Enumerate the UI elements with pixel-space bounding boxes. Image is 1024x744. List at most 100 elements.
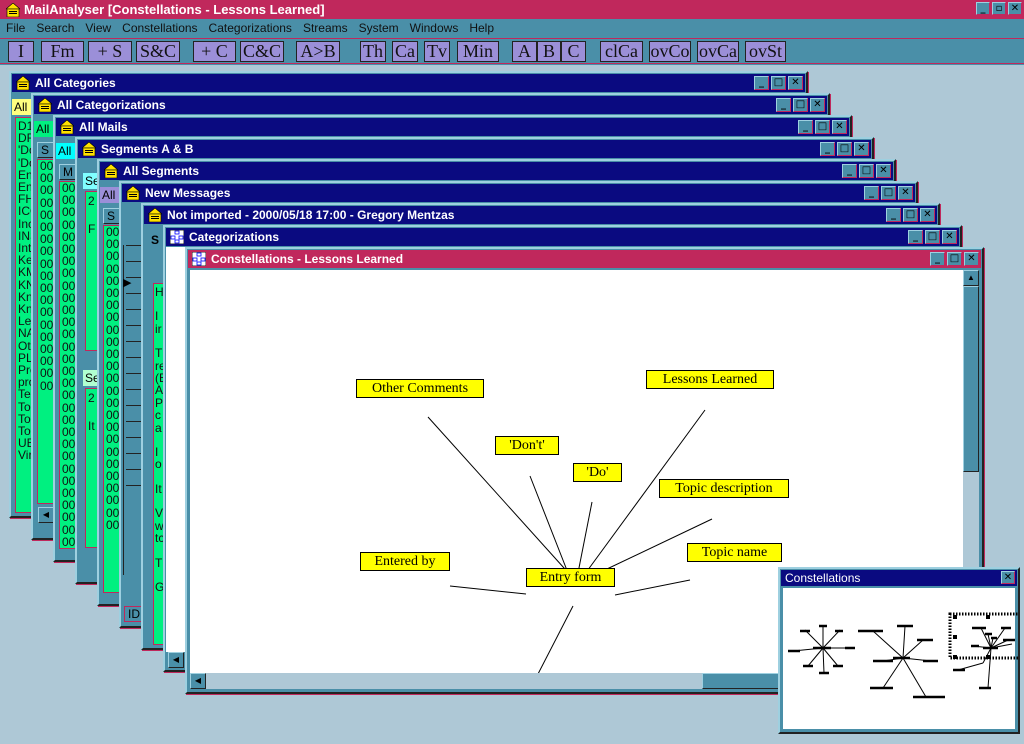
- window-title: New Messages: [145, 186, 231, 200]
- window-caption[interactable]: All Mails _ □ ✕: [56, 118, 849, 136]
- row-selector-arrow: ▶: [123, 277, 132, 289]
- constellation-icon: [170, 230, 184, 244]
- maximize-button[interactable]: □: [837, 142, 852, 156]
- close-button[interactable]: ✕: [876, 164, 891, 178]
- maximize-button[interactable]: □: [793, 98, 808, 112]
- window-caption[interactable]: All Categorizations _ □ ✕: [34, 96, 827, 114]
- maximize-button[interactable]: □: [947, 252, 962, 266]
- window-title: Not imported - 2000/05/18 17:00 - Gregor…: [167, 208, 455, 222]
- scroll-up-button[interactable]: ▲: [963, 270, 979, 286]
- toolbar-button-c[interactable]: C: [561, 41, 586, 62]
- minimize-button[interactable]: _: [776, 98, 791, 112]
- minimize-button[interactable]: _: [820, 142, 835, 156]
- restore-button[interactable]: ▫: [992, 2, 1006, 15]
- app-title-bar: MailAnalyser [Constellations - Lessons L…: [0, 0, 1024, 19]
- toolbar-button-ovco[interactable]: ovCo: [649, 41, 691, 62]
- close-button[interactable]: ✕: [810, 98, 825, 112]
- vertical-scroll-thumb[interactable]: [963, 286, 979, 472]
- close-button[interactable]: ✕: [942, 230, 957, 244]
- toolbar-button-a-gt-b[interactable]: A>B: [296, 41, 340, 62]
- palette-close-button[interactable]: ✕: [1001, 571, 1015, 584]
- scroll-left-button[interactable]: ◀: [190, 673, 206, 689]
- toolbar-button-min[interactable]: Min: [457, 41, 499, 62]
- maximize-button[interactable]: □: [771, 76, 786, 90]
- close-button[interactable]: ✕: [788, 76, 803, 90]
- node-do[interactable]: 'Do': [573, 463, 622, 482]
- menu-search[interactable]: Search: [36, 21, 74, 35]
- node-entered-by[interactable]: Entered by: [360, 552, 450, 571]
- constellation-thumbnails: [788, 612, 1024, 699]
- palette-caption[interactable]: Constellations ✕: [781, 570, 1017, 586]
- scroll-left-button[interactable]: ◀: [168, 652, 184, 668]
- edge-down: [537, 605, 574, 674]
- toolbar-button-ca[interactable]: Ca: [392, 41, 418, 62]
- menu-windows[interactable]: Windows: [410, 21, 459, 35]
- node-dont[interactable]: 'Don't': [495, 436, 559, 455]
- app-title: MailAnalyser [Constellations - Lessons L…: [24, 2, 325, 17]
- maximize-button[interactable]: □: [815, 120, 830, 134]
- minimize-button[interactable]: _: [908, 230, 923, 244]
- menu-system[interactable]: System: [359, 21, 399, 35]
- menu-view[interactable]: View: [85, 21, 111, 35]
- close-button[interactable]: ✕: [832, 120, 847, 134]
- window-caption[interactable]: All Segments _ □ ✕: [100, 162, 893, 180]
- close-button[interactable]: ✕: [854, 142, 869, 156]
- close-button[interactable]: ✕: [1008, 2, 1022, 15]
- mailbox-icon: [148, 208, 162, 222]
- maximize-button[interactable]: □: [925, 230, 940, 244]
- window-caption[interactable]: Categorizations _ □ ✕: [166, 228, 959, 246]
- edge-entered-by: [449, 585, 527, 595]
- toolbar-button-clca[interactable]: clCa: [600, 41, 643, 62]
- window-caption[interactable]: Not imported - 2000/05/18 17:00 - Gregor…: [144, 206, 937, 224]
- toolbar-button-i[interactable]: I: [8, 41, 34, 62]
- maximize-button[interactable]: □: [859, 164, 874, 178]
- toolbar-button-th[interactable]: Th: [360, 41, 386, 62]
- node-lessons-learned[interactable]: Lessons Learned: [646, 370, 774, 389]
- node-other-comments[interactable]: Other Comments: [356, 379, 484, 398]
- close-button[interactable]: ✕: [898, 186, 913, 200]
- palette-overview[interactable]: [783, 588, 1024, 729]
- minimize-button[interactable]: _: [976, 2, 990, 15]
- menu-help[interactable]: Help: [469, 21, 494, 35]
- toolbar-button-s-and-c[interactable]: S&C: [136, 41, 180, 62]
- minimize-button[interactable]: _: [798, 120, 813, 134]
- window-caption[interactable]: Constellations - Lessons Learned _ □ ✕: [188, 250, 981, 268]
- constellations-palette[interactable]: Constellations ✕: [778, 567, 1024, 734]
- node-topic-description[interactable]: Topic description: [659, 479, 789, 498]
- constellation-icon: [192, 252, 206, 266]
- window-caption[interactable]: New Messages _ □ ✕: [122, 184, 915, 202]
- toolbar-button-ovst[interactable]: ovSt: [745, 41, 786, 62]
- menu-constellations[interactable]: Constellations: [122, 21, 197, 35]
- window-caption[interactable]: Segments A & B _ □ ✕: [78, 140, 871, 158]
- toolbar-button-c-and-c[interactable]: C&C: [240, 41, 284, 62]
- toolbar-button-ovca[interactable]: ovCa: [697, 41, 739, 62]
- menu-bar: File Search View Constellations Categori…: [0, 19, 1024, 37]
- toolbar-button-add-s[interactable]: + S: [88, 41, 132, 62]
- menu-categorizations[interactable]: Categorizations: [209, 21, 292, 35]
- node-topic-name[interactable]: Topic name: [687, 543, 782, 562]
- maximize-button[interactable]: □: [881, 186, 896, 200]
- minimize-button[interactable]: _: [930, 252, 945, 266]
- minimize-button[interactable]: _: [754, 76, 769, 90]
- close-button[interactable]: ✕: [920, 208, 935, 222]
- app-icon: [6, 2, 20, 17]
- toolbar-button-a[interactable]: A: [512, 41, 537, 62]
- mailbox-icon: [126, 186, 140, 200]
- scroll-left-button[interactable]: ◀: [38, 507, 54, 523]
- toolbar-button-add-c[interactable]: + C: [193, 41, 236, 62]
- menu-file[interactable]: File: [6, 21, 25, 35]
- menu-streams[interactable]: Streams: [303, 21, 348, 35]
- close-button[interactable]: ✕: [964, 252, 979, 266]
- window-title: Constellations - Lessons Learned: [211, 252, 404, 266]
- toolbar-button-b[interactable]: B: [537, 41, 561, 62]
- maximize-button[interactable]: □: [903, 208, 918, 222]
- minimize-button[interactable]: _: [864, 186, 879, 200]
- minimize-button[interactable]: _: [842, 164, 857, 178]
- horizontal-scroll-thumb[interactable]: [702, 673, 782, 689]
- minimize-button[interactable]: _: [886, 208, 901, 222]
- toolbar-button-fm[interactable]: Fm: [41, 41, 84, 62]
- mailbox-icon: [60, 120, 74, 134]
- node-entry-form[interactable]: Entry form: [526, 568, 615, 587]
- window-caption[interactable]: All Categories _ □ ✕: [12, 74, 805, 92]
- toolbar-button-tv[interactable]: Tv: [424, 41, 450, 62]
